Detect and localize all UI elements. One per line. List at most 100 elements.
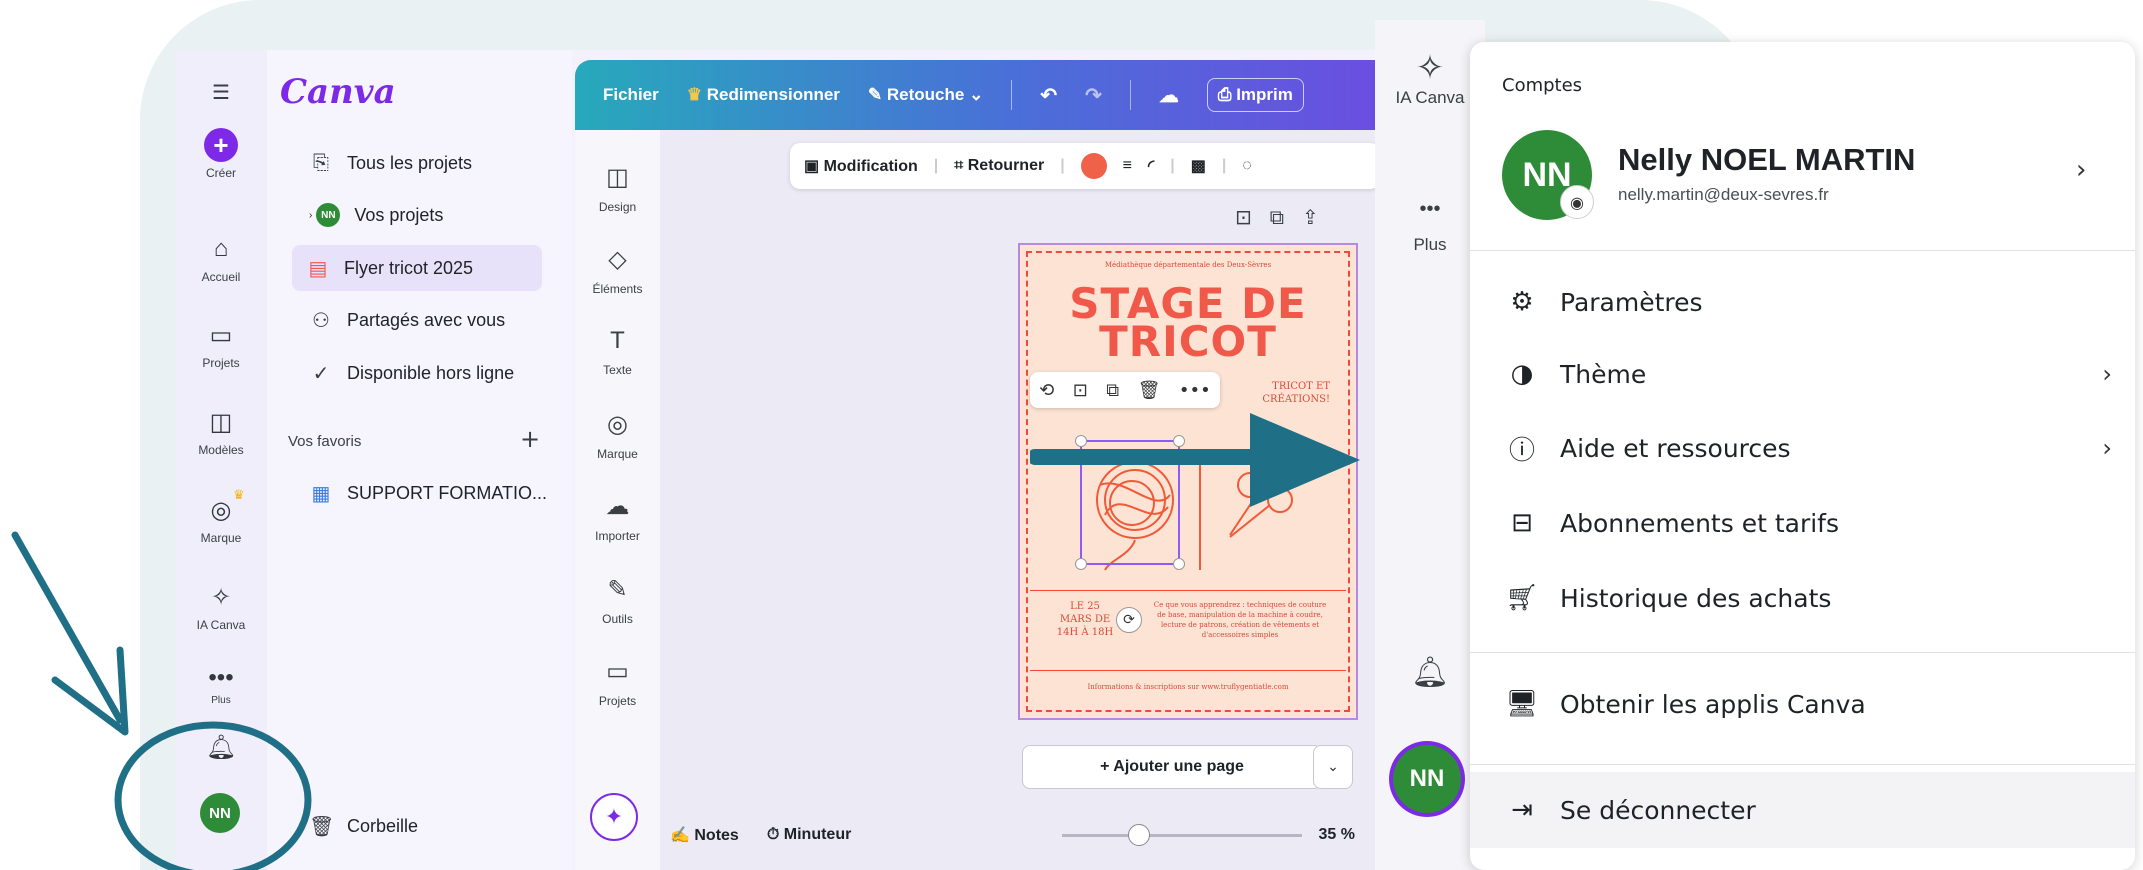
lock-icon[interactable]: ⊡ — [1235, 205, 1270, 229]
tool-elements[interactable]: ◇ Éléments — [575, 245, 660, 296]
cloud-sync-icon[interactable]: ☁ — [1159, 83, 1179, 108]
flyer-subtitle-line: TRICOT ET — [1272, 381, 1330, 392]
account-name[interactable]: Nelly NOEL MARTIN — [1618, 142, 1915, 178]
menu-label: Aide et ressources — [1560, 433, 1791, 463]
theme-icon: ◑ — [1510, 359, 1534, 389]
rail-item-more[interactable]: ••• Plus — [1375, 198, 1485, 255]
crop-icon: ⌗ — [954, 157, 968, 174]
tool-design[interactable]: ◫ Design — [575, 163, 660, 214]
modify-button[interactable]: ▣ Modification — [804, 156, 918, 176]
more-icon: ••• — [208, 664, 234, 691]
edit-menu[interactable]: ✎ Retouche ⌄ — [868, 85, 983, 105]
flyer-rule — [1030, 670, 1346, 671]
nav-offline[interactable]: ✓ Disponible hors ligne — [295, 350, 528, 396]
divider: | — [1170, 157, 1175, 174]
menu-item-settings[interactable]: ⚙ Paramètres — [1502, 274, 2112, 330]
resize-handle[interactable] — [1075, 558, 1087, 570]
favorite-item[interactable]: ▦ SUPPORT FORMATIO... — [295, 470, 561, 516]
nav-your-projects[interactable]: › NN Vos projets — [295, 192, 457, 238]
transparency-icon[interactable]: ▩ — [1191, 156, 1206, 176]
rail-item-ai[interactable]: ✧ IA Canva — [175, 580, 267, 633]
collapse-menu-icon[interactable]: ☰ — [175, 80, 267, 105]
flip-button[interactable]: ⌗ Retourner — [954, 157, 1044, 175]
resize-handle[interactable] — [1173, 558, 1185, 570]
lock-icon[interactable]: ⊡ — [1073, 380, 1088, 401]
rail-item-home[interactable]: ⌂ Accueil — [175, 232, 267, 284]
tool-projects[interactable]: ▭ Projets — [575, 657, 660, 708]
chevron-down-icon[interactable]: ⌄ — [1313, 745, 1353, 789]
tool-upload[interactable]: ☁ Importer — [575, 492, 660, 543]
tool-brand[interactable]: ◎ Marque — [575, 410, 660, 461]
rotate-icon[interactable]: ⟳ — [1116, 607, 1142, 633]
camera-icon[interactable]: ◉ — [1560, 185, 1594, 219]
line-weight-icon[interactable]: ≡ — [1123, 157, 1132, 175]
menu-item-purchases[interactable]: 🛒︎ Historique des achats — [1502, 570, 2112, 626]
cloud-upload-icon: ☁ — [605, 493, 630, 520]
rail-item-more[interactable]: ••• Plus — [175, 664, 267, 706]
duplicate-icon[interactable]: ⧉ — [1270, 205, 1302, 229]
menu-label: Abonnements et tarifs — [1560, 508, 1839, 538]
undo-icon[interactable]: ↶ — [1040, 83, 1057, 108]
nav-all-projects[interactable]: ⎘ Tous les projets — [295, 140, 486, 186]
rail-item-ai[interactable]: ✧ IA Canva — [1375, 48, 1485, 108]
menu-item-help[interactable]: ⓘ Aide et ressources › — [1502, 420, 2112, 476]
more-icon[interactable]: ••• — [1179, 380, 1211, 401]
chevron-right-icon[interactable]: › — [2076, 155, 2086, 185]
flyer-header: Médiathèque départementale des Deux-Sèvr… — [1104, 261, 1272, 269]
favorites-heading: Vos favoris — [288, 433, 362, 450]
divider: | — [933, 157, 939, 174]
zoom-slider-handle[interactable] — [1128, 824, 1150, 846]
nav-project-flyer[interactable]: ▤ Flyer tricot 2025 — [292, 245, 542, 291]
magic-assistant-button[interactable]: ✦ — [590, 793, 638, 841]
nav-label: Tous les projets — [347, 152, 473, 173]
plus-icon: + — [204, 128, 238, 162]
canva-logo[interactable]: Canva — [280, 72, 396, 112]
add-favorite-button[interactable]: + — [520, 425, 540, 453]
menu-item-logout[interactable]: ⇥ Se déconnecter — [1470, 772, 2135, 848]
redo-icon[interactable]: ↷ — [1085, 83, 1102, 108]
resize-button[interactable]: ♛ Redimensionner — [687, 85, 840, 105]
rail-item-brand[interactable]: ◎ ♛ Marque — [175, 487, 267, 545]
tool-tools[interactable]: ✎ Outils — [575, 575, 660, 626]
rail-item-templates[interactable]: ◫ Modèles — [175, 405, 267, 458]
monitor-icon: 🖥︎ — [1505, 689, 1539, 719]
info-icon: ⓘ — [1508, 435, 1535, 466]
account-email: nelly.martin@deux-sevres.fr — [1618, 185, 1829, 204]
file-menu[interactable]: Fichier — [603, 85, 659, 105]
print-button[interactable]: ⎙ Imprim — [1206, 78, 1304, 112]
tool-label: Texte — [603, 363, 632, 377]
shapes-icon: ◇ — [608, 246, 627, 273]
folder-icon: ⎘ — [313, 151, 329, 174]
nav-label: Vos projets — [354, 204, 444, 225]
rail-item-projects[interactable]: ▭ Projets — [175, 318, 267, 371]
duplicate-icon[interactable]: ⧉ — [1106, 380, 1119, 401]
zoom-slider-track[interactable] — [1062, 834, 1302, 837]
user-avatar[interactable]: NN — [1393, 745, 1461, 813]
flyer-thumbnail-icon: ▤ — [308, 257, 328, 280]
menu-item-subscriptions[interactable]: ⊟ Abonnements et tarifs — [1502, 495, 2112, 551]
nav-shared[interactable]: ⚇ Partagés avec vous — [295, 297, 519, 343]
create-label: Créer — [205, 166, 236, 180]
corner-radius-icon[interactable]: ◜ — [1148, 156, 1154, 176]
flyer-date-line: LE 25 — [1070, 601, 1100, 612]
gear-icon: ⚙ — [1510, 287, 1534, 317]
share-icon[interactable]: ⇪ — [1302, 205, 1337, 229]
zoom-level[interactable]: 35 % — [1319, 826, 1355, 844]
create-button[interactable]: + Créer — [175, 128, 267, 180]
rotate-icon[interactable]: ⟲ — [1039, 380, 1054, 401]
presentation-thumbnail-icon: ▦ — [311, 482, 331, 505]
timer-icon: ⏱ — [766, 826, 784, 843]
print-label: Imprim — [1236, 85, 1293, 104]
timer-button[interactable]: ⏱ Minuteur — [767, 826, 851, 844]
notes-button[interactable]: ✍ Notes — [670, 825, 739, 845]
context-toolbar: ▣ Modification | ⌗ Retourner | ≡ ◜ | ▩ |… — [790, 143, 1380, 189]
tool-text[interactable]: T Texte — [575, 327, 660, 377]
divider: | — [1060, 157, 1065, 174]
animate-icon[interactable]: ◌ — [1242, 157, 1252, 175]
trash-icon[interactable]: 🗑︎ — [1138, 380, 1161, 401]
bell-icon[interactable]: 🔔︎ — [1375, 655, 1485, 690]
menu-item-theme[interactable]: ◑ Thème › — [1502, 346, 2112, 402]
add-page-button[interactable]: + Ajouter une page — [1022, 745, 1322, 789]
menu-item-apps[interactable]: 🖥︎ Obtenir les applis Canva — [1502, 676, 2112, 732]
color-swatch[interactable] — [1080, 153, 1107, 179]
